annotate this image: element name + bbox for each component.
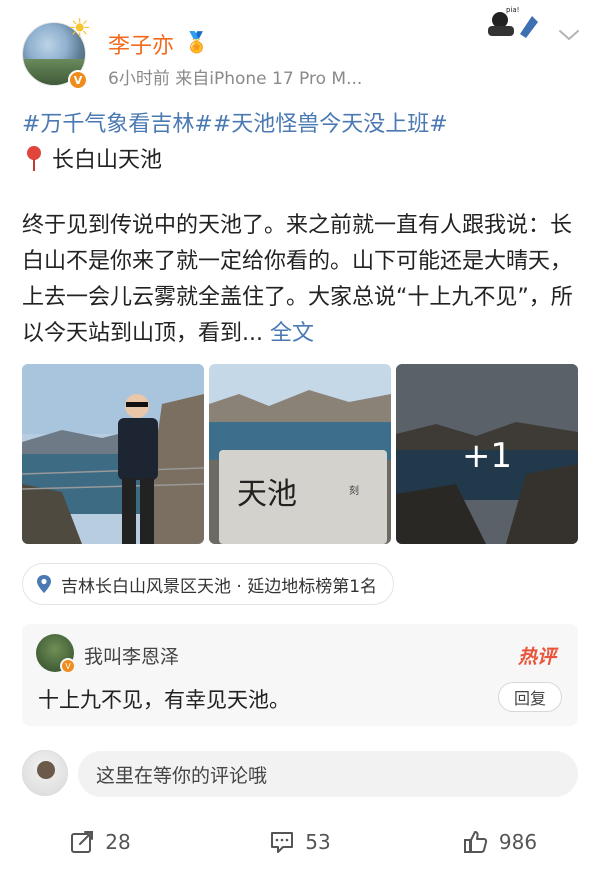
location-chip-text: 吉林长白山风景区天池 · 延边地标榜第1名 bbox=[61, 576, 378, 597]
location-line[interactable]: 长白山天池 bbox=[22, 142, 162, 174]
hashtag-links[interactable]: #万千气象看吉林##天池怪兽今天没上班# bbox=[22, 106, 448, 138]
location-line-text: 长白山天池 bbox=[52, 148, 163, 173]
verified-icon: V bbox=[68, 70, 88, 90]
share-icon bbox=[71, 831, 94, 853]
photo-sign-text: 天池 bbox=[237, 477, 297, 512]
photo-1[interactable] bbox=[22, 364, 204, 544]
comment-text: 十上九不见，有幸见天池。 bbox=[38, 688, 290, 712]
like-button[interactable]: 986 bbox=[400, 820, 600, 864]
verified-icon: V bbox=[60, 658, 76, 674]
like-icon bbox=[463, 831, 488, 853]
like-count: 986 bbox=[498, 830, 538, 854]
post-body: 终于见到传说中的天池了。来之前就一直有人跟我说：长白山不是你来了就一定给你看的。… bbox=[22, 208, 582, 352]
cartoon-sticker-icon: pia! bbox=[488, 6, 538, 38]
chevron-down-icon[interactable] bbox=[558, 28, 580, 42]
author-avatar[interactable]: ☀ V bbox=[22, 14, 91, 90]
svg-text:pia!: pia! bbox=[506, 6, 519, 14]
svg-text:刻: 刻 bbox=[349, 484, 359, 497]
reply-button[interactable]: 回复 bbox=[498, 682, 562, 712]
medal-icon: 🏅 bbox=[184, 30, 209, 54]
hot-comment[interactable]: V 我叫李恩泽 热评 十上九不见，有幸见天池。 回复 bbox=[22, 624, 578, 726]
photo-grid: 天池 刻 +1 bbox=[22, 364, 579, 544]
action-bar: 28 53 986 bbox=[0, 820, 600, 864]
location-chip[interactable]: 吉林长白山风景区天池 · 延边地标榜第1名 bbox=[22, 563, 395, 605]
comment-icon bbox=[271, 832, 294, 853]
photo-3[interactable]: +1 bbox=[396, 364, 578, 544]
share-count: 28 bbox=[105, 830, 131, 854]
expand-full-text-link[interactable]: 全文 bbox=[270, 321, 314, 346]
location-pin-icon bbox=[37, 575, 51, 593]
comment-count: 53 bbox=[305, 830, 331, 854]
my-avatar[interactable] bbox=[22, 750, 68, 796]
post-meta: 6小时前 来自iPhone 17 Pro M... bbox=[108, 69, 363, 89]
share-button[interactable]: 28 bbox=[0, 820, 200, 864]
sun-icon: ☀ bbox=[68, 14, 92, 44]
commenter-name[interactable]: 我叫李恩泽 bbox=[84, 642, 179, 669]
extra-photo-count: +1 bbox=[461, 436, 513, 476]
hot-comment-badge: 热评 bbox=[518, 646, 557, 668]
comment-input[interactable]: 这里在等你的评论哦 bbox=[78, 751, 578, 797]
photo-2[interactable]: 天池 刻 bbox=[209, 364, 391, 544]
comment-button[interactable]: 53 bbox=[200, 820, 400, 864]
location-pin-icon bbox=[27, 146, 41, 171]
author-name[interactable]: 李子亦 bbox=[108, 28, 174, 60]
